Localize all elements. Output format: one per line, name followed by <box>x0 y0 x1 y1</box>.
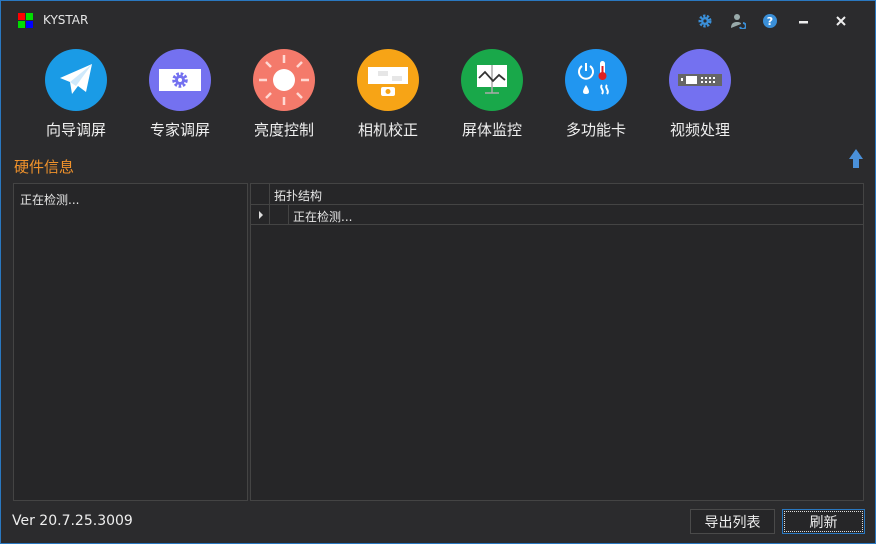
tool-label: 向导调屏 <box>45 121 106 139</box>
refresh-button[interactable]: 刷新 <box>782 509 865 534</box>
column-header-topology: 拓扑结构 <box>274 189 323 203</box>
topology-tree: 拓扑结构 正在检测... <box>250 183 864 501</box>
help-icon[interactable]: ? <box>762 13 778 29</box>
tool-brightness[interactable]: 亮度控制 <box>239 49 329 140</box>
tool-label: 相机校正 <box>357 121 418 139</box>
multifunction-icon <box>565 49 627 111</box>
monitor-chart-icon <box>461 49 523 111</box>
tool-camera[interactable]: 相机校正 <box>343 49 433 140</box>
camera-screen-icon <box>357 49 419 111</box>
section-title: 硬件信息 <box>14 158 75 176</box>
tool-video[interactable]: 视频处理 <box>655 49 745 140</box>
expand-arrow-icon[interactable] <box>258 211 264 219</box>
sun-icon <box>253 49 315 111</box>
tool-label: 屏体监控 <box>461 121 522 139</box>
tool-monitor[interactable]: 屏体监控 <box>447 49 537 140</box>
user-switch-icon[interactable] <box>730 13 746 29</box>
tool-label: 多功能卡 <box>565 121 626 139</box>
device-status: 正在检测... <box>20 193 80 207</box>
tool-label: 视频处理 <box>669 121 730 139</box>
row-text: 正在检测... <box>293 210 353 224</box>
app-title: KYSTAR <box>43 13 89 27</box>
paper-plane-icon <box>45 49 107 111</box>
tool-label: 亮度控制 <box>253 121 314 139</box>
app-window: KYSTAR ? 向导调屏 专家调屏 亮度控制 相机校正 屏体监控 多功能卡 视… <box>0 0 876 544</box>
svg-text:?: ? <box>767 15 773 28</box>
tool-wizard[interactable]: 向导调屏 <box>31 49 121 140</box>
tool-expert[interactable]: 专家调屏 <box>135 49 225 140</box>
kystar-logo-icon <box>18 13 34 29</box>
export-list-button[interactable]: 导出列表 <box>690 509 775 534</box>
close-icon[interactable] <box>833 13 849 29</box>
tool-multifunction[interactable]: 多功能卡 <box>551 49 641 140</box>
tool-label: 专家调屏 <box>149 121 210 139</box>
screen-gear-icon <box>149 49 211 111</box>
video-processor-icon <box>669 49 731 111</box>
collapse-up-icon[interactable] <box>848 148 864 170</box>
table-row[interactable]: 正在检测... <box>251 205 863 225</box>
tree-header: 拓扑结构 <box>251 184 863 205</box>
minimize-icon[interactable] <box>796 13 812 29</box>
settings-icon[interactable] <box>697 13 713 29</box>
device-panel: 正在检测... <box>13 183 248 501</box>
version-label: Ver 20.7.25.3009 <box>12 513 133 529</box>
